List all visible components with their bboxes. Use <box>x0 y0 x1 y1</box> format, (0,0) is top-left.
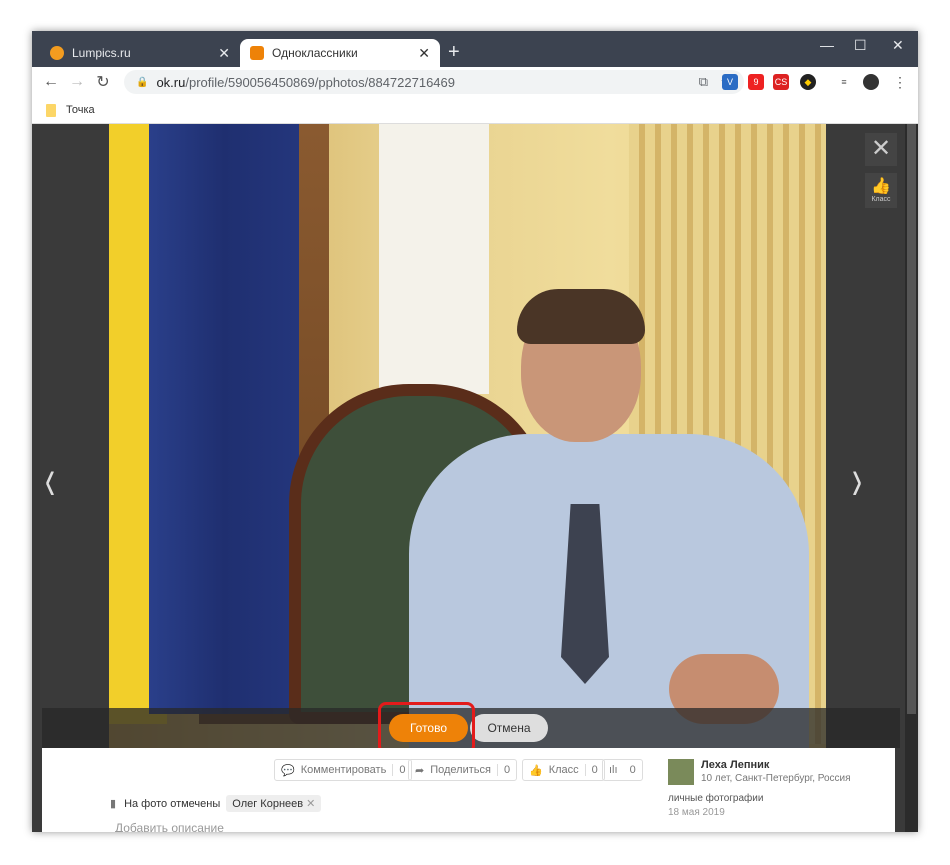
browser-window: Lumpics.ru ✕ Одноклассники ✕ + — ☐ ✕ ← → ↻… <box>32 31 918 832</box>
tag-person: Олег Корнеев <box>232 798 304 810</box>
url-domain: ok.ru <box>156 74 186 90</box>
avatar[interactable] <box>863 74 879 90</box>
share-count: 0 <box>496 764 516 776</box>
tab-odnoklassniki[interactable]: Одноклассники ✕ <box>240 39 440 67</box>
toolbar: ← → ↻ 🔒 ok.ru/profile/590056450869/pphoto… <box>32 67 918 97</box>
close-viewer-button[interactable]: ✕ <box>865 133 897 166</box>
like-icon: 👍 <box>529 764 543 777</box>
reload-icon[interactable]: ↻ <box>90 72 116 92</box>
klass-label: Класс <box>871 196 891 203</box>
folder-icon <box>46 103 56 117</box>
close-window-button[interactable]: ✕ <box>892 37 904 54</box>
media-icon[interactable]: ≡ <box>836 74 852 90</box>
close-tab-icon[interactable]: ✕ <box>418 45 430 62</box>
prev-photo-icon[interactable]: ‹ <box>45 444 55 513</box>
photo-date: 18 мая 2019 <box>668 807 725 818</box>
cancel-button[interactable]: Отмена <box>470 714 548 742</box>
comment-icon: 💬 <box>281 764 295 777</box>
tab-lumpics[interactable]: Lumpics.ru ✕ <box>40 39 240 67</box>
stats-icon: ılı <box>609 764 618 776</box>
tab-bar: Lumpics.ru ✕ Одноклассники ✕ + — ☐ ✕ <box>32 31 918 67</box>
thumbs-up-icon: 👍 <box>871 178 891 195</box>
vpn-extension-icon[interactable]: V <box>722 74 738 90</box>
tab-title: Lumpics.ru <box>72 46 131 60</box>
close-tab-icon[interactable]: ✕ <box>218 45 230 62</box>
stats-count: 0 <box>629 764 636 776</box>
bookmark-tochka[interactable]: Точка <box>66 104 95 116</box>
author-info: 10 лет, Санкт-Петербург, Россия <box>701 773 851 784</box>
share-label: Поделиться <box>430 764 491 776</box>
photo-info-panel: 💬 Комментировать 0 ➦ Поделиться 0 👍 Класс 0 ıl… <box>42 748 895 832</box>
maximize-button[interactable]: ☐ <box>854 37 867 54</box>
author-name[interactable]: Леха Лепник <box>701 759 769 771</box>
lumpics-favicon-icon <box>50 46 64 60</box>
like-count: 0 <box>584 764 604 776</box>
remove-tag-icon[interactable]: ✕ <box>306 798 315 810</box>
author-avatar[interactable] <box>668 759 694 785</box>
comment-label: Комментировать <box>300 764 387 776</box>
photo <box>109 124 826 748</box>
opera-extension-icon[interactable]: 9 <box>748 74 764 90</box>
new-tab-button[interactable]: + <box>448 41 460 64</box>
like-button[interactable]: 👍 Класс 0 <box>522 759 605 781</box>
tag-marker-icon: ▮ <box>110 798 117 810</box>
lock-icon: 🔒 <box>136 76 149 88</box>
share-button[interactable]: ➦ Поделиться 0 <box>408 759 518 781</box>
extension-puzzle-icon[interactable]: ⧉ <box>699 74 708 90</box>
cs-extension-icon[interactable]: CS <box>773 74 789 90</box>
highlight-box <box>378 702 475 754</box>
share-icon: ➦ <box>415 764 425 777</box>
tag-chip[interactable]: Олег Корнеев ✕ <box>226 795 322 812</box>
stats-button[interactable]: ılı 0 <box>602 759 643 781</box>
address-bar[interactable]: 🔒 ok.ru/profile/590056450869/pphotos/8847… <box>124 70 744 94</box>
next-photo-icon[interactable]: › <box>852 444 862 513</box>
menu-icon[interactable]: ⋮ <box>892 74 908 90</box>
klass-button[interactable]: 👍 Класс <box>865 173 897 208</box>
scrollbar-thumb[interactable] <box>907 124 916 714</box>
extension-badge: 9 <box>753 77 759 87</box>
back-icon[interactable]: ← <box>38 73 64 91</box>
cs-label: CS <box>774 77 788 87</box>
tab-title: Одноклассники <box>272 46 358 60</box>
like-label: Класс <box>548 764 579 776</box>
photo-viewer: Готово Отмена ‹ › ✕ 👍 Класс 💬 Комментирова… <box>32 124 918 832</box>
tags-row: ▮ На фото отмечены Олег Корнеев ✕ <box>110 795 322 812</box>
shield-extension-icon[interactable]: ◆ <box>800 74 816 90</box>
forward-icon[interactable]: → <box>64 73 90 91</box>
album-link[interactable]: личные фотографии <box>668 793 763 804</box>
minimize-button[interactable]: — <box>820 37 834 53</box>
description-input[interactable]: Добавить описание <box>115 821 224 832</box>
comment-button[interactable]: 💬 Комментировать 0 <box>274 759 413 781</box>
bookmarks-bar: Точка <box>32 97 918 124</box>
ok-favicon-icon <box>250 46 264 60</box>
tags-label: На фото отмечены <box>124 797 221 810</box>
url-path: /profile/590056450869/pphotos/8847227164… <box>185 74 455 90</box>
